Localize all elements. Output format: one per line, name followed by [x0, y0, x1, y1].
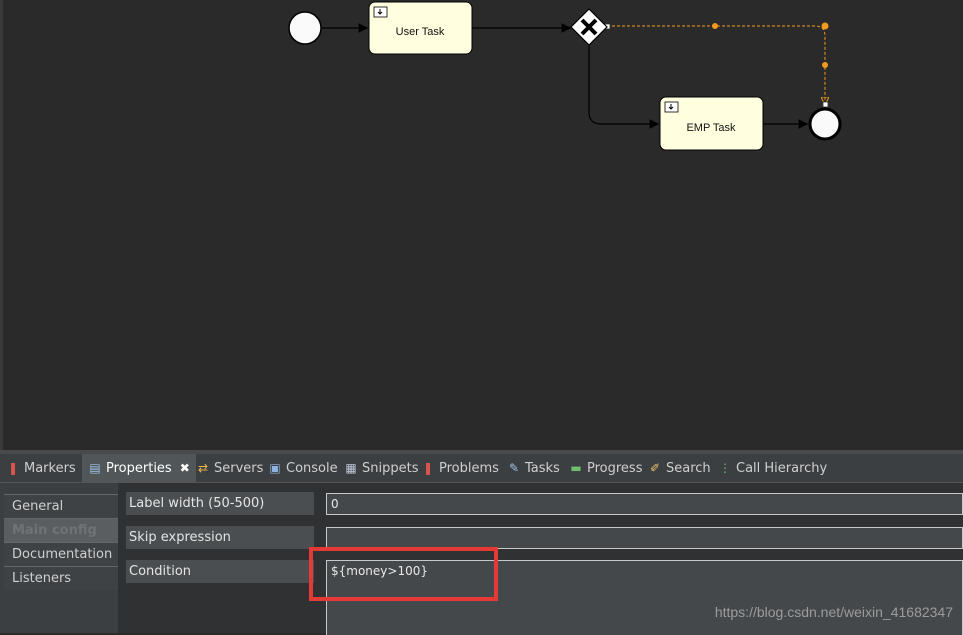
- progress-icon: ▬: [570, 461, 582, 475]
- condition-label: Condition: [126, 560, 314, 583]
- emp-task[interactable]: EMP Task: [659, 96, 764, 151]
- sequence-flow-condition-selected[interactable]: [607, 25, 825, 104]
- properties-sidebar: General Main config Documentation Listen…: [4, 494, 118, 633]
- flow-bendpoint[interactable]: [822, 62, 828, 68]
- tab-label: Markers: [24, 460, 76, 476]
- diagram-canvas[interactable]: User Task EMP Task: [0, 0, 963, 450]
- start-event[interactable]: [288, 11, 322, 45]
- tab-properties[interactable]: ▤ Properties ✖: [82, 454, 196, 482]
- tab-label: Servers: [214, 460, 264, 476]
- tab-label: Console: [286, 460, 338, 476]
- markers-icon: ❚: [7, 461, 19, 475]
- close-icon[interactable]: ✖: [180, 461, 190, 475]
- sidebar-item-documentation[interactable]: Documentation: [4, 542, 118, 566]
- servers-icon: ⇄: [197, 461, 209, 475]
- tab-problems[interactable]: ❚ Problems: [421, 454, 499, 482]
- search-icon: ✐: [649, 461, 661, 475]
- flow-bendpoint[interactable]: [712, 23, 718, 29]
- skip-expression-input[interactable]: [326, 527, 963, 549]
- watermark-text: https://blog.csdn.net/weixin_41682347: [714, 604, 953, 620]
- tab-progress[interactable]: ▬ Progress: [569, 454, 642, 482]
- flow-bendpoint[interactable]: [821, 22, 829, 30]
- properties-icon: ▤: [89, 461, 101, 475]
- exclusive-gateway[interactable]: [570, 8, 608, 46]
- tab-label: Snippets: [362, 460, 419, 476]
- end-event[interactable]: [808, 107, 842, 141]
- tab-label: Problems: [439, 460, 499, 476]
- snippets-icon: ▦: [345, 461, 357, 475]
- sidebar-item-main-config[interactable]: Main config: [4, 518, 118, 542]
- tab-search[interactable]: ✐ Search: [648, 454, 711, 482]
- label-width-input[interactable]: 0: [326, 493, 963, 515]
- tab-call-hierarchy[interactable]: ⋮ Call Hierarchy: [718, 454, 827, 482]
- tab-label: Progress: [587, 460, 643, 476]
- tab-label: Call Hierarchy: [736, 460, 828, 476]
- tab-servers[interactable]: ⇄ Servers: [196, 454, 263, 482]
- flow-target-handle[interactable]: [822, 101, 829, 108]
- user-task-label: User Task: [396, 26, 445, 38]
- annotation-highlight-box: [309, 547, 498, 601]
- sequence-flow-gateway-to-emp-task[interactable]: [588, 46, 660, 129]
- tab-label: Properties: [106, 460, 172, 476]
- tab-console[interactable]: ▣ Console: [268, 454, 338, 482]
- tasks-icon: ✎: [508, 461, 520, 475]
- call-hierarchy-icon: ⋮: [719, 461, 731, 475]
- tab-label: Search: [666, 460, 711, 476]
- label-width-label: Label width (50-500): [126, 492, 314, 515]
- tab-snippets[interactable]: ▦ Snippets: [344, 454, 418, 482]
- bpmn-diagram[interactable]: User Task EMP Task: [3, 0, 963, 450]
- skip-expression-label: Skip expression: [126, 526, 314, 549]
- views-tab-bar: ❚ Markers ▤ Properties ✖ ⇄ Servers ▣ Con…: [0, 454, 963, 483]
- sidebar-item-listeners[interactable]: Listeners: [4, 566, 118, 590]
- problems-icon: ❚: [422, 461, 434, 475]
- user-task[interactable]: User Task: [368, 1, 473, 55]
- sidebar-item-general[interactable]: General: [4, 494, 118, 518]
- console-icon: ▣: [269, 461, 281, 475]
- emp-task-label: EMP Task: [686, 122, 736, 134]
- tab-tasks[interactable]: ✎ Tasks: [507, 454, 560, 482]
- tab-markers[interactable]: ❚ Markers: [6, 454, 76, 482]
- tab-label: Tasks: [525, 460, 560, 476]
